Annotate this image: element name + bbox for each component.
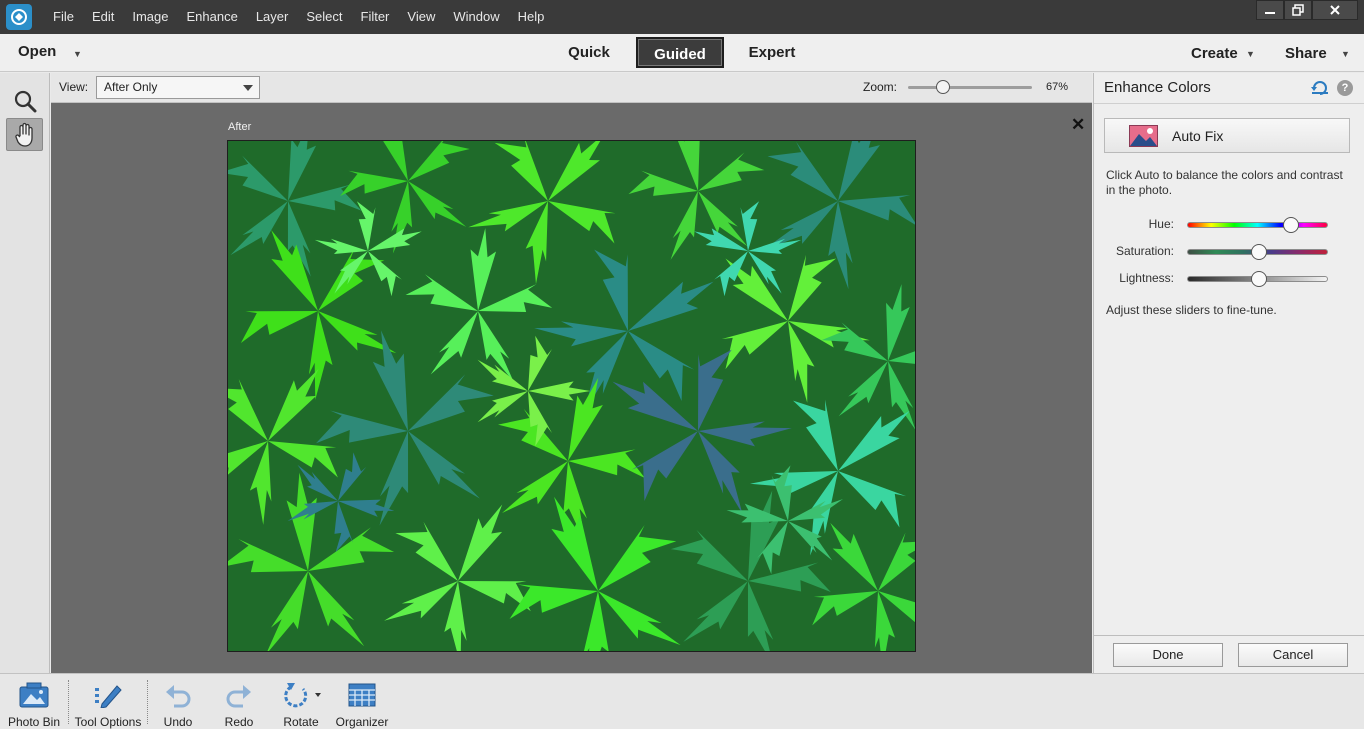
window-controls xyxy=(1256,0,1358,20)
bottom-divider xyxy=(147,680,148,724)
redo-button[interactable]: Redo xyxy=(216,681,262,729)
menu-help[interactable]: Help xyxy=(509,0,554,34)
canvas-area: After ✕ xyxy=(51,103,1092,673)
menu-image[interactable]: Image xyxy=(123,0,177,34)
auto-fix-description: Click Auto to balance the colors and con… xyxy=(1106,168,1343,197)
photo-bin-icon xyxy=(19,682,49,708)
share-dropdown-icon[interactable]: ▼ xyxy=(1341,49,1350,59)
magnifier-icon xyxy=(14,90,36,112)
mode-bar: Open ▼ Quick Guided Expert Create ▼ Shar… xyxy=(0,34,1364,72)
organizer-label: Organizer xyxy=(335,715,389,729)
close-icon xyxy=(1330,5,1340,15)
tools-panel xyxy=(0,73,50,673)
undo-icon xyxy=(166,685,191,708)
tool-options-icon xyxy=(95,685,122,708)
zoom-label: Zoom: xyxy=(863,80,898,94)
photo-bin-button[interactable]: Photo Bin xyxy=(6,681,62,729)
after-label: After xyxy=(228,121,252,133)
reset-icon xyxy=(1311,81,1328,95)
redo-icon xyxy=(226,685,251,708)
panel-footer: Done Cancel xyxy=(1094,635,1364,673)
rotate-icon xyxy=(284,683,321,708)
tab-guided[interactable]: Guided xyxy=(636,37,724,68)
bottom-divider xyxy=(68,680,69,724)
zoom-slider[interactable] xyxy=(908,80,1032,94)
create-button[interactable]: Create xyxy=(1191,45,1238,62)
open-button[interactable]: Open xyxy=(18,43,56,60)
help-icon[interactable]: ? xyxy=(1337,80,1353,96)
landscape-photo-icon xyxy=(1129,124,1158,147)
panel-title: Enhance Colors xyxy=(1104,79,1211,96)
close-after-view-button[interactable]: ✕ xyxy=(1071,115,1085,135)
menu-layer[interactable]: Layer xyxy=(247,0,298,34)
tool-options-label: Tool Options xyxy=(74,715,142,729)
undo-label: Undo xyxy=(163,715,193,729)
hue-label: Hue: xyxy=(1148,217,1174,231)
tab-expert[interactable]: Expert xyxy=(740,37,804,68)
rotate-button[interactable]: Rotate xyxy=(278,681,324,729)
lightness-slider-thumb[interactable] xyxy=(1250,271,1267,287)
app-logo-icon[interactable] xyxy=(6,4,32,30)
fine-tune-hint: Adjust these sliders to fine-tune. xyxy=(1106,303,1277,317)
enhance-colors-panel: Enhance Colors ? Auto Fix Click Auto to … xyxy=(1093,73,1364,673)
menu-window[interactable]: Window xyxy=(444,0,508,34)
hand-icon xyxy=(14,122,33,147)
menu-filter[interactable]: Filter xyxy=(352,0,399,34)
leaves-photo xyxy=(228,141,915,651)
share-button[interactable]: Share xyxy=(1285,45,1327,62)
view-label: View: xyxy=(59,80,89,94)
saturation-slider[interactable] xyxy=(1187,244,1328,260)
photo-bin-label: Photo Bin xyxy=(7,715,61,729)
zoom-slider-thumb[interactable] xyxy=(935,80,950,94)
lightness-label: Lightness: xyxy=(1119,271,1174,285)
lightness-slider[interactable] xyxy=(1187,271,1328,287)
create-dropdown-icon[interactable]: ▼ xyxy=(1246,49,1255,59)
tool-options-button[interactable]: Tool Options xyxy=(72,681,144,729)
view-select-value: After Only xyxy=(104,80,158,94)
rotate-label: Rotate xyxy=(283,715,319,729)
redo-label: Redo xyxy=(224,715,254,729)
hue-slider[interactable] xyxy=(1187,217,1328,233)
panel-divider xyxy=(1094,103,1364,104)
restore-icon xyxy=(1292,4,1304,16)
view-select[interactable]: After Only xyxy=(96,76,260,99)
chevron-down-icon xyxy=(243,85,253,91)
organizer-button[interactable]: Organizer xyxy=(334,681,390,729)
menu-bar: File Edit Image Enhance Layer Select Fil… xyxy=(0,0,1364,34)
hue-slider-thumb[interactable] xyxy=(1283,217,1299,233)
close-window-button[interactable] xyxy=(1312,0,1358,20)
zoom-value: 67% xyxy=(1046,81,1069,93)
hand-tool[interactable] xyxy=(6,118,43,151)
saturation-slider-thumb[interactable] xyxy=(1250,244,1267,260)
restore-button[interactable] xyxy=(1284,0,1312,20)
done-button[interactable]: Done xyxy=(1113,643,1223,667)
menu-view[interactable]: View xyxy=(398,0,444,34)
photo-image[interactable] xyxy=(227,140,916,652)
cancel-button[interactable]: Cancel xyxy=(1238,643,1348,667)
minimize-icon xyxy=(1265,12,1275,14)
undo-button[interactable]: Undo xyxy=(155,681,201,729)
menu-enhance[interactable]: Enhance xyxy=(178,0,247,34)
auto-fix-button[interactable]: Auto Fix xyxy=(1104,118,1350,153)
auto-fix-label: Auto Fix xyxy=(1172,127,1224,144)
menu-file[interactable]: File xyxy=(44,0,83,34)
menu-edit[interactable]: Edit xyxy=(83,0,123,34)
open-dropdown-icon[interactable]: ▼ xyxy=(73,49,82,59)
zoom-tool[interactable] xyxy=(6,84,43,117)
view-options-bar: View: After Only Zoom: 67% xyxy=(51,73,1092,103)
tab-quick[interactable]: Quick xyxy=(558,37,620,68)
menu-select[interactable]: Select xyxy=(297,0,351,34)
minimize-button[interactable] xyxy=(1256,0,1284,20)
saturation-label: Saturation: xyxy=(1115,244,1174,258)
organizer-grid-icon xyxy=(348,683,376,707)
reset-panel-button[interactable] xyxy=(1311,79,1329,98)
bottom-bar: Photo Bin Tool Options Undo Redo Rotate … xyxy=(0,673,1364,729)
